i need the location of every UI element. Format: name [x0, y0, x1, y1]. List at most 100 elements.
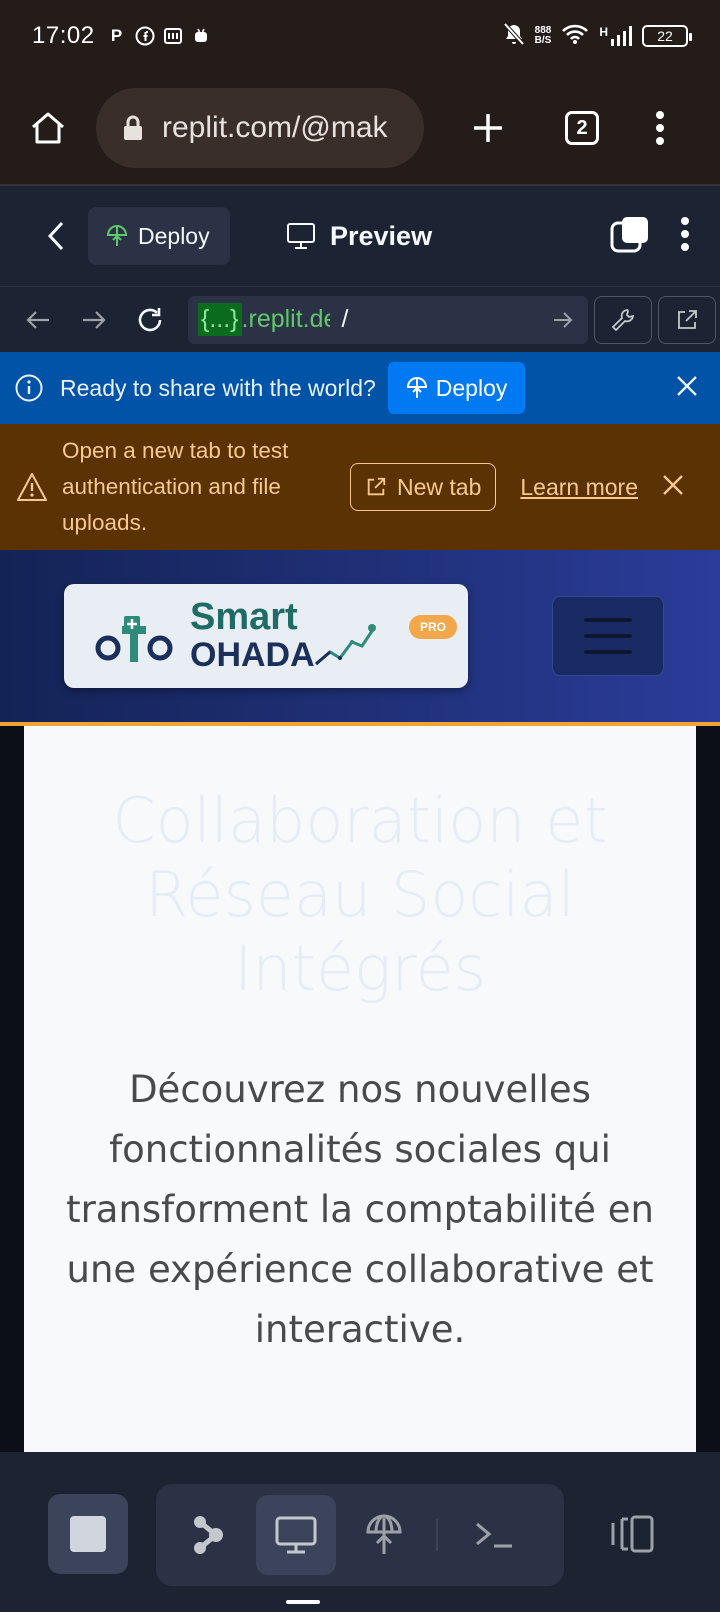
battery-indicator: 22 — [642, 25, 692, 47]
arrow-right-icon — [83, 310, 106, 329]
site-menu-toggle[interactable] — [552, 596, 664, 676]
toolbar-divider — [436, 1519, 438, 1551]
webview-nav: {...} .replit.dev / — [0, 286, 720, 352]
new-tab-label: New tab — [397, 473, 482, 500]
tool-switcher — [156, 1484, 564, 1586]
preview-tool-button[interactable] — [256, 1495, 336, 1575]
banner-deploy-button[interactable]: Deploy — [387, 362, 526, 414]
home-icon — [32, 112, 64, 144]
wifi-icon — [561, 23, 589, 50]
more-options-button[interactable] — [680, 216, 690, 257]
hero-title: Collaboration et Réseau Social Intégrés — [112, 784, 608, 1005]
net-speed: 888 B/S — [535, 26, 552, 46]
deploy-button[interactable]: Deploy — [88, 207, 230, 265]
status-time: 17:02 — [32, 22, 95, 49]
webview-forward-button[interactable] — [68, 294, 120, 346]
wrench-icon — [611, 308, 635, 331]
browser-toolbar: replit.com/@mak 2 — [0, 72, 720, 186]
logo-mark-icon — [95, 616, 173, 662]
chevron-left-icon — [47, 221, 64, 251]
pro-badge: PRO — [409, 615, 457, 639]
deploy-icon — [406, 377, 427, 398]
external-link-icon — [678, 309, 697, 329]
menu-bar — [584, 650, 632, 654]
info-message: Ready to share with the world? — [60, 374, 376, 401]
deploy-icon — [106, 225, 128, 246]
home-button[interactable] — [20, 100, 76, 156]
header-actions — [610, 215, 720, 258]
external-link-icon — [367, 477, 386, 496]
arrow-left-icon — [26, 310, 49, 329]
agent-tool-button[interactable] — [168, 1495, 248, 1575]
parking-app-icon: P — [110, 26, 123, 45]
preview-tab[interactable]: Preview — [286, 221, 432, 252]
monitor-icon — [275, 1516, 317, 1554]
go-arrow-icon[interactable] — [552, 310, 574, 330]
facebook-icon — [135, 26, 155, 46]
open-new-tab-button[interactable]: New tab — [350, 463, 497, 511]
news-app-icon — [163, 26, 183, 46]
new-tab-warning-banner: Open a new tab to test authentication an… — [0, 424, 720, 550]
notification-icons: P — [107, 26, 211, 46]
android-icon — [191, 26, 211, 46]
more-vertical-icon — [656, 111, 664, 145]
browser-menu-button[interactable] — [632, 100, 688, 156]
deploy-tool-button[interactable] — [344, 1495, 424, 1575]
tabs-stack-icon — [610, 216, 648, 252]
lock-icon — [124, 115, 142, 140]
site-logo[interactable]: Smart OHADA PRO — [64, 584, 468, 688]
host-domain: .replit.dev — [241, 305, 330, 333]
shell-tool-button[interactable] — [454, 1495, 534, 1575]
webview-url-field[interactable]: {...} .replit.dev / — [188, 295, 588, 344]
cell-signal-icon: H — [599, 25, 632, 47]
logo-word-smart: Smart — [190, 596, 298, 638]
gesture-home-indicator — [286, 1600, 320, 1604]
tab-switcher-button[interactable]: 2 — [554, 100, 610, 156]
url-path: / — [341, 305, 349, 333]
layout-toggle-button[interactable] — [592, 1494, 672, 1574]
devtools-button[interactable] — [594, 295, 652, 344]
tab-count: 2 — [565, 111, 599, 145]
logo-word-ohada: OHADA — [190, 636, 315, 674]
hero-section: Collaboration et Réseau Social Intégrés … — [24, 726, 696, 1452]
open-external-button[interactable] — [658, 295, 716, 344]
deploy-label: Deploy — [138, 222, 210, 249]
signal-type: H — [599, 25, 608, 39]
deploy-info-banner: Ready to share with the world? Deploy — [0, 352, 720, 424]
tabs-overview-button[interactable] — [610, 215, 650, 258]
stop-icon — [70, 1516, 106, 1552]
back-button[interactable] — [26, 206, 86, 266]
replit-bottom-toolbar — [0, 1452, 720, 1612]
info-icon — [15, 374, 43, 402]
close-icon — [677, 375, 697, 396]
warning-icon — [17, 473, 47, 501]
close-icon — [663, 474, 683, 495]
terminal-icon — [476, 1522, 512, 1548]
monitor-icon — [287, 223, 315, 249]
growth-chart-icon — [315, 624, 376, 666]
deploy-icon — [366, 1514, 402, 1554]
info-close-button[interactable] — [676, 375, 698, 402]
replit-header: Deploy Preview — [0, 186, 720, 286]
reload-icon — [138, 307, 162, 331]
menu-bar — [584, 618, 632, 622]
address-text: replit.com/@mak — [162, 111, 388, 144]
learn-more-link[interactable]: Learn more — [520, 474, 638, 501]
status-bar: 17:02 P 888 B/S H 22 — [0, 0, 720, 72]
menu-bar — [584, 634, 632, 638]
plus-icon — [474, 114, 502, 142]
address-bar[interactable]: replit.com/@mak — [96, 88, 424, 168]
new-tab-button[interactable] — [460, 100, 516, 156]
net-speed-unit: B/S — [534, 35, 552, 46]
more-vertical-icon — [681, 216, 689, 251]
agent-icon — [194, 1516, 223, 1554]
banner-deploy-label: Deploy — [435, 374, 508, 401]
panel-layout-icon — [611, 1515, 654, 1553]
warning-close-button[interactable] — [662, 474, 684, 501]
webview-back-button[interactable] — [12, 294, 64, 346]
webview-reload-button[interactable] — [124, 294, 176, 346]
mute-bell-icon — [503, 22, 525, 51]
stop-button[interactable] — [48, 1494, 128, 1574]
preview-label: Preview — [330, 220, 433, 251]
hero-description: Découvrez nos nouvelles fonctionnalités … — [66, 1068, 654, 1351]
